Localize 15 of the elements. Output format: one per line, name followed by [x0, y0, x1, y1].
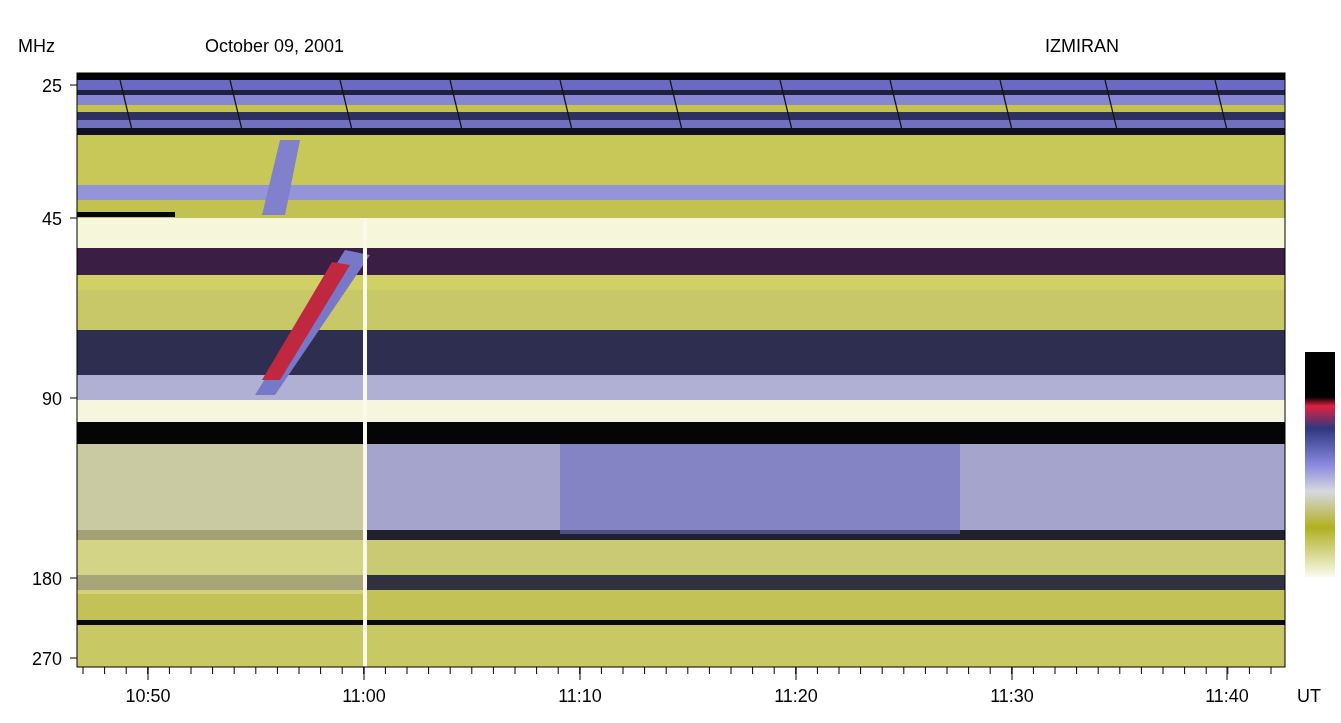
- time-tick-label: 11:30: [990, 686, 1034, 706]
- date-label: October 09, 2001: [205, 36, 345, 56]
- time-tick-label: 11:10: [558, 686, 602, 706]
- unit-label: MHz: [18, 36, 55, 56]
- frequency-tick-label: 270: [31, 649, 62, 669]
- frequency-tick-label: 180: [31, 569, 62, 589]
- observatory-label: IZMIRAN: [1045, 36, 1119, 56]
- time-tick-label: 11:00: [342, 686, 386, 706]
- frequency-tick-label: 90: [41, 389, 62, 409]
- time-tick-label: 11:20: [774, 686, 818, 706]
- frequency-tick-label: 25: [41, 76, 62, 96]
- time-tick-label: 11:40: [1205, 686, 1249, 706]
- time-unit-label: UT: [1297, 686, 1321, 706]
- time-tick-label: 10:50: [125, 686, 171, 706]
- frequency-tick-label: 45: [41, 209, 62, 229]
